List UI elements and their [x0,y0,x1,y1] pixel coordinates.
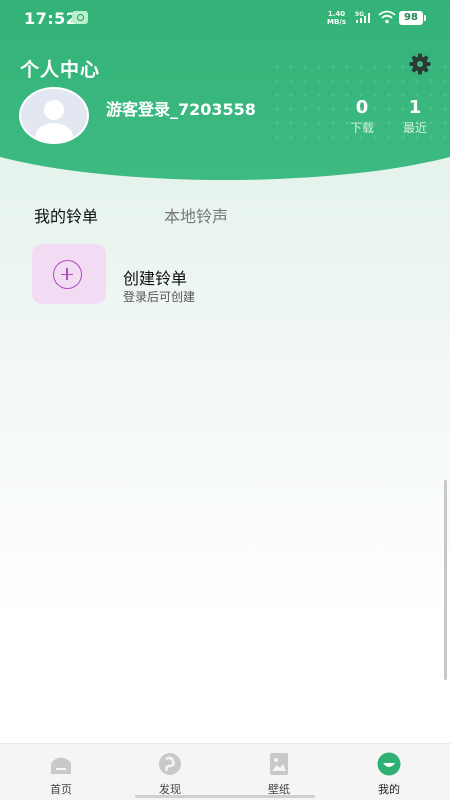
stat-downloads-value: 0 [355,97,369,118]
stat-recent-label: 最近 [402,121,427,135]
network-speed-unit: MB/s [327,18,347,26]
add-icon [53,260,82,289]
stat-recent[interactable]: 1 最近 [395,97,435,137]
home-icon [51,757,71,774]
network-speed-value: 1.40 [327,10,346,18]
home-indicator[interactable] [135,795,315,798]
battery-indicator: 98 [399,11,426,25]
status-time: 17:52 [24,9,78,28]
network-speed: 1.40 MB/s [327,10,346,26]
settings-gear-icon[interactable] [408,52,432,76]
stat-recent-value: 1 [408,97,422,118]
wallpaper-icon [270,753,288,775]
avatar[interactable] [19,87,89,144]
page-title: 个人中心 [20,59,101,81]
status-bar: 17:52 1.40 MB/s 5G 98 [0,0,450,36]
stat-downloads[interactable]: 0 下载 [342,97,382,137]
stat-downloads-label: 下载 [349,121,374,135]
signal-type: 5G [355,11,364,18]
tab-my-playlists[interactable]: 我的铃单 [34,203,98,227]
notification-icon [72,11,88,24]
nav-home-label: 首页 [50,783,72,796]
app-root: 17:52 1.40 MB/s 5G 98 个人中心 游客登录_7203558 … [0,0,450,800]
default-avatar-icon [35,100,73,142]
scrollbar[interactable] [444,480,447,680]
create-playlist-button[interactable] [32,244,106,304]
nav-discover[interactable]: 发现 [114,744,226,800]
discover-icon [159,753,181,775]
tab-local-ringtones[interactable]: 本地铃声 [164,203,228,227]
username[interactable]: 游客登录_7203558 [106,96,256,120]
wifi-icon [378,10,396,24]
nav-profile-label: 我的 [378,783,400,796]
create-playlist-subtitle: 登录后可创建 [123,290,196,304]
signal-icon: 5G [355,11,370,23]
create-playlist-title[interactable]: 创建铃单 [123,265,187,289]
profile-icon [377,752,401,776]
nav-wallpaper[interactable]: 壁纸 [223,744,335,800]
nav-home[interactable]: 首页 [5,744,117,800]
bottom-nav: 首页 发现 壁纸 我的 [0,743,450,800]
nav-profile[interactable]: 我的 [333,744,445,800]
